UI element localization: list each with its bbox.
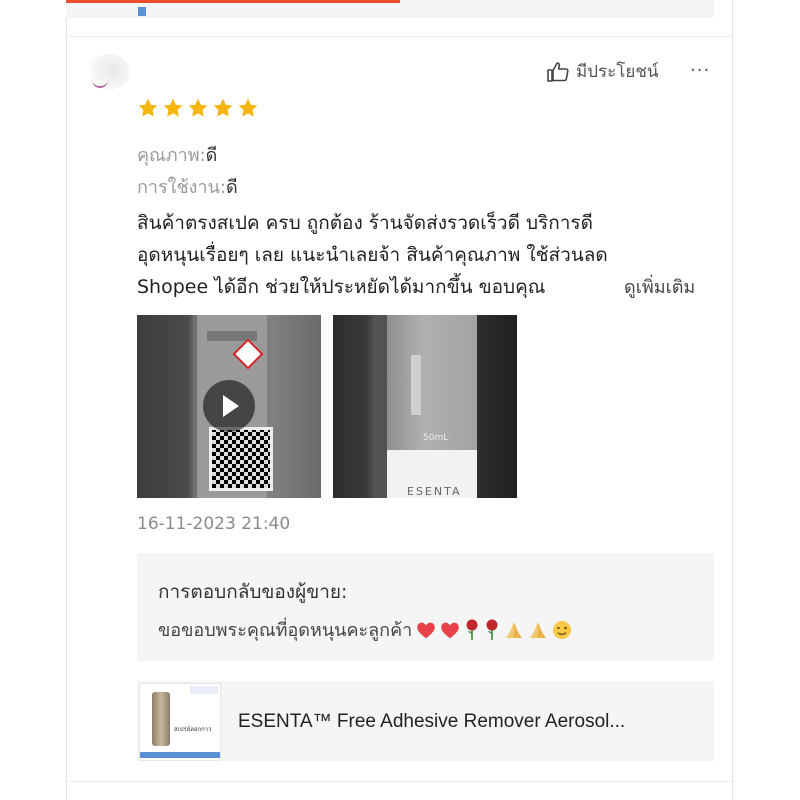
thumbs-up-icon xyxy=(547,61,569,82)
thumbnail-stripe xyxy=(140,752,220,758)
seller-reply: การตอบกลับของผู้ขาย: ขอขอบพระคุณที่อุดหน… xyxy=(137,553,714,661)
star-icon xyxy=(163,98,183,117)
rose-icon xyxy=(486,619,498,640)
see-more-link[interactable]: ดูเพิ่มเติม xyxy=(604,278,696,298)
star-icon xyxy=(213,98,233,117)
heart-icon xyxy=(441,622,460,638)
product-card[interactable]: สเปรย์ลอกกาว ESENTA™ Free Adhesive Remov… xyxy=(137,681,714,761)
qr-code-icon xyxy=(209,427,273,491)
attribute-usage: การใช้งาน:ดี xyxy=(137,172,238,201)
more-options-icon[interactable]: ··· xyxy=(690,60,710,81)
product-thumbnail[interactable]: สเปรย์ลอกกาว xyxy=(139,683,221,761)
avatar[interactable] xyxy=(86,54,130,90)
play-icon[interactable] xyxy=(203,380,255,432)
previous-product-tag xyxy=(138,7,146,16)
brand-logo-icon xyxy=(190,686,218,694)
seller-reply-text: ขอขอบพระคุณที่อุดหนุนคะลูกค้า xyxy=(158,620,413,641)
wink-icon xyxy=(553,620,572,639)
attribute-key: การใช้งาน: xyxy=(137,177,226,198)
attribute-value: ดี xyxy=(225,177,238,198)
pray-icon xyxy=(506,621,523,638)
product-bottle xyxy=(152,692,170,746)
review-date: 16-11-2023 21:40 xyxy=(137,514,291,534)
brand-text: ESENTA xyxy=(407,485,462,498)
volume-text: 50mL xyxy=(423,433,449,443)
seller-reply-message: ขอขอบพระคุณที่อุดหนุนคะลูกค้า xyxy=(158,615,572,644)
frame-left-border xyxy=(66,0,67,800)
divider xyxy=(66,36,732,37)
review-line: สินค้าตรงสเปค ครบ ถูกต้อง ร้านจัดส่งรวดเ… xyxy=(137,212,593,234)
attribute-value: ดี xyxy=(205,145,218,166)
review-line: อุดหนุนเรื่อยๆ เลย แนะนำเลยจ้า สินค้าคุณ… xyxy=(137,244,608,266)
thumbnail-text: สเปรย์ลอกกาว xyxy=(174,726,212,733)
attribute-key: คุณภาพ: xyxy=(137,145,206,166)
can-print xyxy=(411,355,421,415)
helpful-button[interactable]: มีประโยชน์ xyxy=(546,58,659,85)
rose-icon xyxy=(466,619,478,640)
star-icon xyxy=(138,98,158,117)
accent-line xyxy=(66,0,400,3)
review-image-thumbnail[interactable]: 50mL ESENTA xyxy=(333,315,517,498)
seller-reply-title: การตอบกลับของผู้ขาย: xyxy=(158,581,348,603)
divider xyxy=(66,781,732,782)
product-name[interactable]: ESENTA™ Free Adhesive Remover Aerosol... xyxy=(238,711,625,733)
star-icon xyxy=(188,98,208,117)
frame-right-border xyxy=(732,0,733,800)
review-video-thumbnail[interactable] xyxy=(137,315,321,498)
attribute-quality: คุณภาพ:ดี xyxy=(137,140,217,169)
previous-review-strip xyxy=(66,0,714,18)
pray-icon xyxy=(530,621,547,638)
star-icon xyxy=(238,98,258,117)
helpful-label: มีประโยชน์ xyxy=(576,62,659,82)
rating-stars xyxy=(137,97,259,119)
heart-icon xyxy=(417,622,436,638)
